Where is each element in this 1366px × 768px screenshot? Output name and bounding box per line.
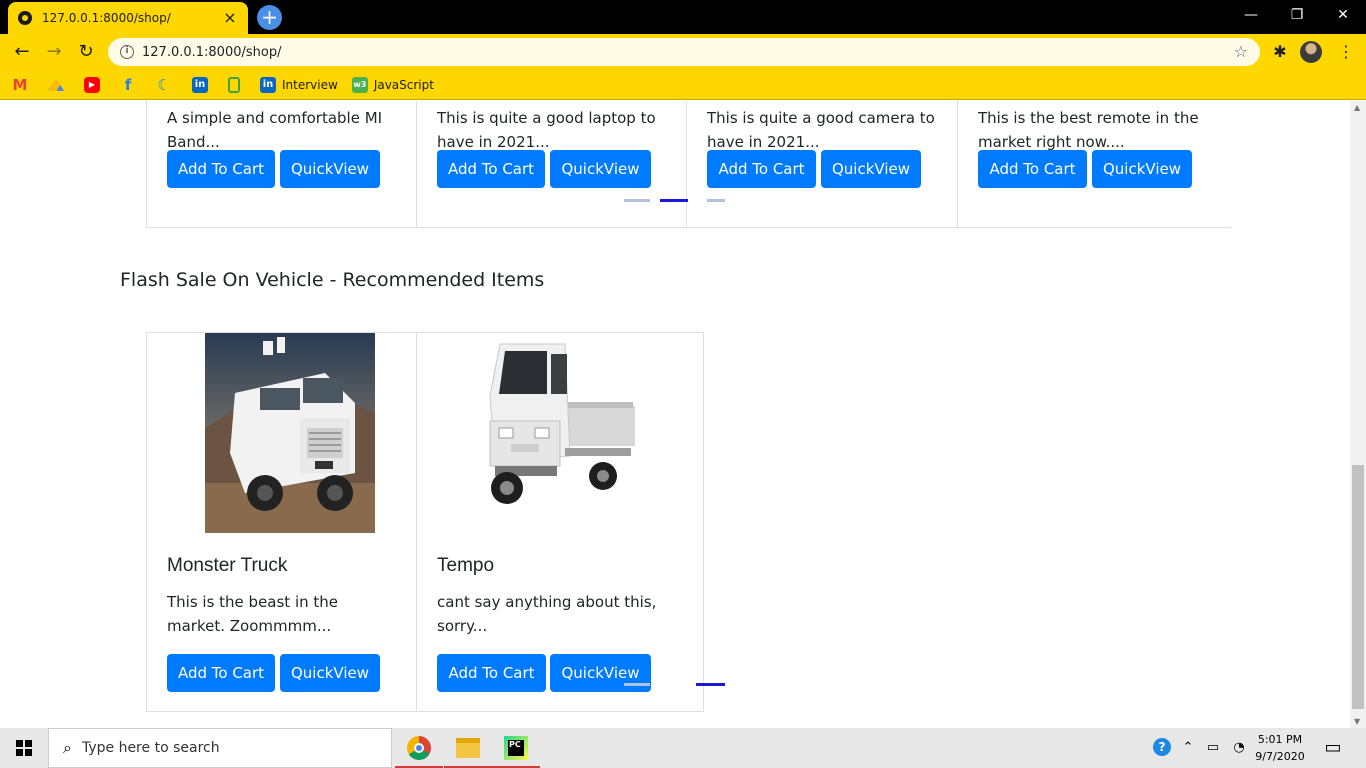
- search-placeholder: Type here to search: [81, 740, 220, 756]
- bookmark-item[interactable]: [48, 77, 70, 93]
- scroll-up-icon[interactable]: ▲: [1354, 103, 1360, 112]
- carousel-indicator-active[interactable]: [696, 683, 725, 686]
- minimize-button[interactable]: —: [1228, 0, 1274, 30]
- product-description: This is quite a good camera to have in 2…: [707, 109, 935, 151]
- address-url[interactable]: 127.0.0.1:8000/shop/: [142, 45, 281, 60]
- bookmark-star-icon[interactable]: ☆: [1234, 42, 1248, 61]
- tempo-image[interactable]: [485, 336, 637, 531]
- back-button[interactable]: ←: [10, 40, 34, 64]
- shop-page: A simple and comfortable MI Band... Add …: [0, 101, 1350, 728]
- taskbar-clock[interactable]: 5:01 PM 9/7/2020: [1252, 731, 1308, 765]
- clock-time: 5:01 PM: [1257, 733, 1303, 746]
- product-description: This is the best remote in the market ri…: [978, 109, 1199, 151]
- product-card: This is the best remote in the market ri…: [957, 101, 1231, 228]
- bookmark-item[interactable]: [228, 76, 246, 93]
- bookmark-label: JavaScript: [373, 77, 434, 92]
- scrollbar-thumb[interactable]: [1352, 465, 1364, 709]
- taskbar-search[interactable]: ⌕ Type here to search: [48, 728, 392, 768]
- drive-icon: [48, 78, 64, 91]
- add-to-cart-button[interactable]: Add To Cart: [978, 150, 1087, 188]
- product-title[interactable]: Monster Truck: [167, 555, 287, 577]
- quickview-button[interactable]: QuickView: [550, 654, 651, 692]
- taskbar-pycharm[interactable]: PC: [492, 728, 540, 768]
- youtube-icon: ▶: [84, 76, 100, 93]
- scroll-down-icon[interactable]: ▼: [1354, 717, 1360, 726]
- bookmark-label: Interview: [282, 77, 338, 92]
- battery-icon[interactable]: ▭: [1202, 728, 1224, 768]
- menu-kebab-icon[interactable]: ⋮: [1334, 40, 1358, 64]
- bookmark-item[interactable]: in: [192, 76, 214, 93]
- monster-truck-image[interactable]: [205, 333, 375, 533]
- bookmark-item[interactable]: ☾: [156, 77, 178, 93]
- product-card: This is quite a good camera to have in 2…: [686, 101, 958, 228]
- new-tab-button[interactable]: +: [257, 5, 282, 30]
- bookmark-item[interactable]: f: [120, 77, 142, 93]
- product-description: This is the beast in the market. Zoommmm…: [167, 593, 339, 635]
- chevron-up-icon[interactable]: ⌃: [1178, 728, 1198, 768]
- add-to-cart-button[interactable]: Add To Cart: [167, 150, 275, 188]
- quickview-button[interactable]: QuickView: [280, 150, 380, 188]
- product-card-monster-truck: Monster Truck This is the beast in the m…: [146, 332, 417, 712]
- w3-icon: w3: [351, 76, 368, 93]
- carousel-indicator-active[interactable]: [660, 199, 688, 202]
- add-to-cart-button[interactable]: Add To Cart: [167, 654, 275, 692]
- windows-start-icon[interactable]: [16, 740, 32, 756]
- site-favicon-icon: [18, 11, 32, 25]
- quickview-button[interactable]: QuickView: [821, 150, 921, 188]
- bookmarks-bar: M ▶ f ☾ in in Interview w3 JavaScript: [0, 70, 1366, 100]
- bookmark-icon: [228, 76, 240, 93]
- product-title[interactable]: Tempo: [437, 555, 494, 577]
- quickview-button[interactable]: QuickView: [1092, 150, 1192, 188]
- quickview-button[interactable]: QuickView: [550, 150, 651, 188]
- carousel-indicator[interactable]: [624, 199, 650, 202]
- bookmark-item[interactable]: M: [12, 77, 34, 93]
- product-card: A simple and comfortable MI Band... Add …: [146, 101, 417, 228]
- linkedin-icon: in: [260, 76, 276, 93]
- extensions-icon[interactable]: ✱: [1268, 40, 1292, 64]
- taskbar-file-explorer[interactable]: [444, 728, 492, 768]
- tab-title: 127.0.0.1:8000/shop/: [42, 11, 171, 25]
- bookmark-item-interview[interactable]: in Interview: [260, 76, 338, 93]
- browser-tab[interactable]: 127.0.0.1:8000/shop/ ×: [8, 2, 248, 34]
- help-icon[interactable]: ?: [1150, 728, 1174, 768]
- site-info-icon[interactable]: i: [120, 45, 134, 59]
- reload-button[interactable]: ↻: [74, 40, 98, 64]
- forward-button[interactable]: →: [42, 40, 66, 64]
- address-bar[interactable]: i 127.0.0.1:8000/shop/ ☆: [108, 38, 1260, 66]
- carousel-indicator[interactable]: [707, 199, 725, 202]
- add-to-cart-button[interactable]: Add To Cart: [437, 150, 545, 188]
- profile-avatar[interactable]: [1300, 41, 1322, 63]
- product-card-tempo: Tempo cant say anything about this, sorr…: [416, 332, 704, 712]
- add-to-cart-button[interactable]: Add To Cart: [437, 654, 546, 692]
- pycharm-icon: PC: [504, 736, 528, 760]
- product-card: This is quite a good laptop to have in 2…: [416, 101, 687, 228]
- wifi-icon[interactable]: ◔: [1228, 728, 1250, 768]
- windows-taskbar: ⌕ Type here to search PC ? ⌃ ▭ ◔ 5:01 PM…: [0, 728, 1366, 768]
- product-description: This is quite a good laptop to have in 2…: [437, 109, 656, 151]
- close-window-button[interactable]: ✕: [1320, 0, 1366, 30]
- browser-toolbar: ← → ↻ i 127.0.0.1:8000/shop/ ☆ ✱ ⋮: [0, 34, 1366, 70]
- moon-icon: ☾: [157, 75, 171, 94]
- linkedin-icon: in: [192, 76, 208, 93]
- product-description: cant say anything about this, sorry...: [437, 593, 657, 635]
- add-to-cart-button[interactable]: Add To Cart: [707, 150, 816, 188]
- bookmark-item-javascript[interactable]: w3 JavaScript: [351, 76, 434, 93]
- bookmark-item[interactable]: ▶: [84, 76, 106, 93]
- clock-date: 9/7/2020: [1255, 750, 1305, 763]
- chrome-icon: [407, 736, 431, 760]
- bookmark-icon: f: [124, 75, 132, 94]
- notification-icon[interactable]: ▭: [1318, 728, 1348, 768]
- search-icon: ⌕: [63, 738, 72, 757]
- quickview-button[interactable]: QuickView: [280, 654, 380, 692]
- taskbar-chrome[interactable]: [395, 728, 443, 768]
- product-description: A simple and comfortable MI Band...: [167, 109, 383, 151]
- section-title: Flash Sale On Vehicle - Recommended Item…: [120, 269, 545, 291]
- browser-titlebar: 127.0.0.1:8000/shop/ × + — ❐ ✕: [0, 0, 1366, 34]
- page-scrollbar[interactable]: ▲ ▼: [1350, 101, 1366, 728]
- gmail-icon: M: [12, 75, 28, 94]
- folder-icon: [456, 738, 480, 758]
- carousel-indicator[interactable]: [624, 683, 650, 686]
- tab-close-icon[interactable]: ×: [222, 10, 238, 26]
- restore-button[interactable]: ❐: [1274, 0, 1320, 30]
